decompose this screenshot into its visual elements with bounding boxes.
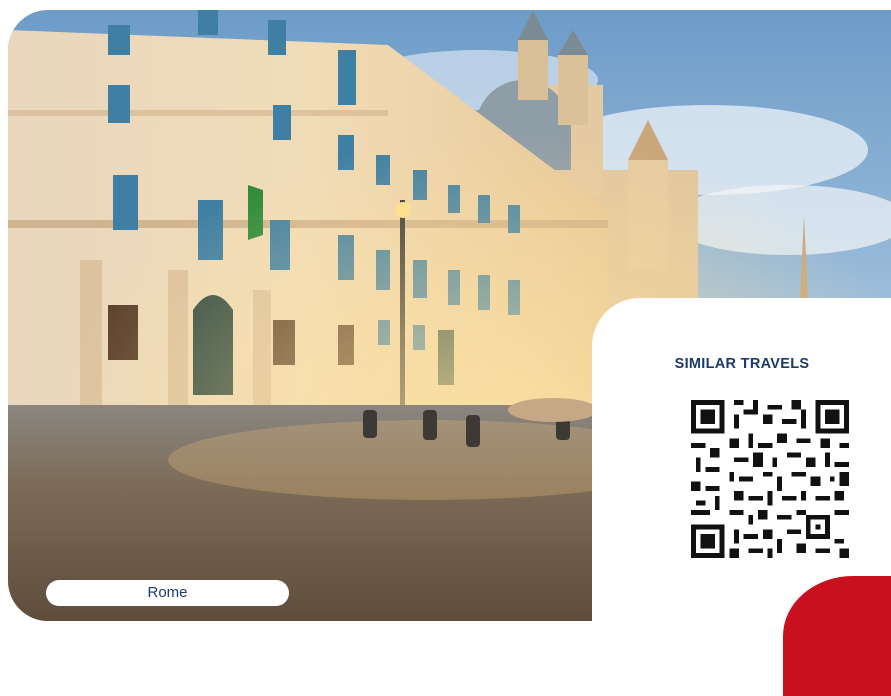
similar-travels-panel: SIMILAR TRAVELS [592, 298, 891, 621]
location-label: Rome [46, 580, 289, 606]
similar-travels-title: SIMILAR TRAVELS [674, 356, 810, 372]
qr-code-icon[interactable] [691, 400, 849, 558]
